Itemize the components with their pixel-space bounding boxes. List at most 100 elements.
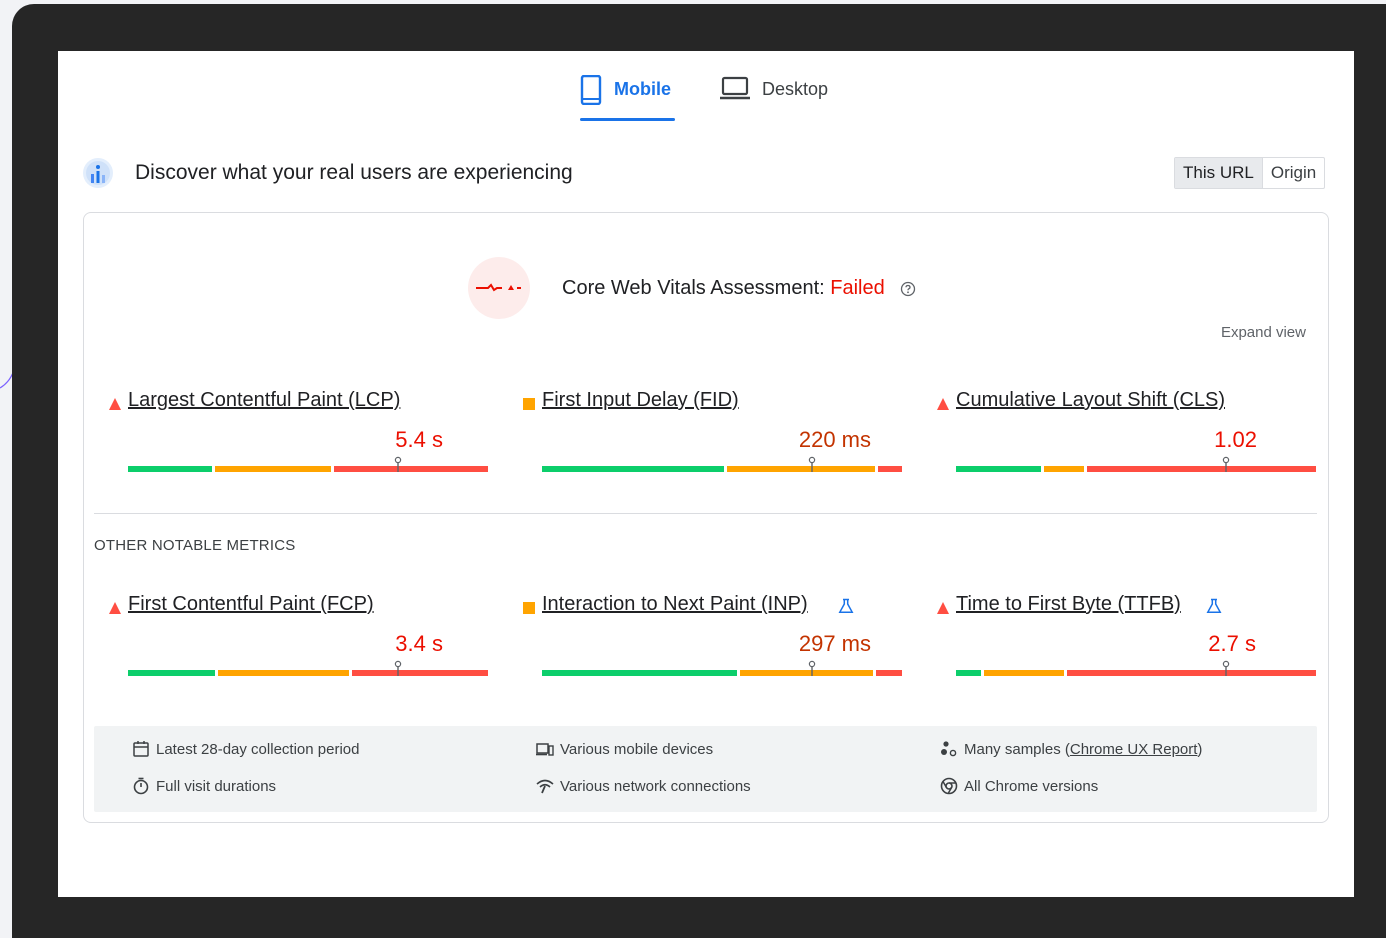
collection-details: Latest 28-day collection period Full vis… — [94, 726, 1317, 812]
poor-triangle-icon — [937, 602, 949, 614]
average-segment — [1044, 466, 1084, 472]
metric-value: 220 ms — [798, 427, 871, 452]
poor-segment — [352, 670, 488, 676]
device-types-text: Various mobile devices — [560, 740, 714, 758]
poor-segment — [334, 466, 488, 472]
experimental-flask-icon — [1206, 598, 1222, 613]
tab-mobile-label: Mobile — [614, 79, 671, 99]
tab-desktop[interactable]: Desktop — [720, 75, 828, 121]
metric-fcp: First Contentful Paint (FCP) 3.4 s — [108, 593, 500, 693]
distribution-bar — [956, 456, 1316, 472]
field-data-card: Core Web Vitals Assessment: Failed Expan… — [83, 212, 1329, 823]
pagespeed-report: Mobile Desktop Discover what your real u… — [58, 51, 1354, 897]
poor-segment — [876, 670, 902, 676]
average-segment — [984, 670, 1064, 676]
expand-view-link[interactable]: Expand view — [1221, 324, 1306, 341]
good-segment — [542, 670, 737, 676]
visit-durations: Full visit durations — [132, 777, 276, 795]
active-tab-indicator — [580, 118, 675, 121]
metric-name-link[interactable]: Cumulative Layout Shift (CLS) — [956, 389, 1225, 412]
visit-durations-text: Full visit durations — [156, 777, 277, 795]
metric-name-link[interactable]: Time to First Byte (TTFB) — [956, 593, 1181, 616]
calendar-icon — [133, 741, 149, 757]
network-types-text: Various network connections — [560, 777, 751, 795]
metric-fid: First Input Delay (FID) 220 ms — [522, 389, 914, 489]
distribution-bar — [956, 660, 1316, 676]
poor-segment — [878, 466, 902, 472]
poor-segment — [1067, 670, 1316, 676]
good-segment — [128, 466, 212, 472]
distribution-bar — [128, 660, 488, 676]
metric-name-link[interactable]: Largest Contentful Paint (LCP) — [128, 389, 400, 412]
other-metrics-heading: OTHER NOTABLE METRICS — [94, 537, 296, 554]
metric-cls: Cumulative Layout Shift (CLS) 1.02 — [936, 389, 1328, 489]
metric-ttfb: Time to First Byte (TTFB) 2.7 s — [936, 593, 1328, 693]
percentile-marker — [808, 660, 816, 676]
average-segment — [215, 466, 331, 472]
collection-period: Latest 28-day collection period — [132, 740, 359, 758]
samples-icon — [941, 741, 957, 757]
average-segment — [218, 670, 349, 676]
assessment-label: Core Web Vitals Assessment: — [562, 277, 831, 299]
assessment-status: Failed — [830, 277, 885, 299]
percentile-marker — [394, 456, 402, 472]
poor-segment — [1087, 466, 1316, 472]
percentile-marker — [1222, 660, 1230, 676]
laptop-icon — [720, 76, 750, 100]
metric-value: 2.7 s — [1208, 631, 1256, 656]
tab-mobile[interactable]: Mobile — [580, 75, 671, 121]
device-tabs: Mobile Desktop — [58, 51, 1354, 123]
chrome-ux-report-link[interactable]: Chrome UX Report — [1070, 741, 1198, 758]
average-square-icon — [523, 398, 535, 410]
sample-size-suffix: ) — [1197, 740, 1203, 758]
distribution-bar — [542, 456, 902, 472]
sample-size-prefix: Many samples ( — [964, 740, 1070, 758]
poor-triangle-icon — [109, 602, 121, 614]
distribution-bar — [128, 456, 488, 472]
section-divider — [94, 513, 1317, 514]
page-title: Discover what your real users are experi… — [135, 161, 573, 184]
collection-period-text: Latest 28-day collection period — [156, 740, 360, 758]
average-segment — [740, 670, 873, 676]
origin-button[interactable]: Origin — [1261, 158, 1324, 188]
wifi-icon — [536, 779, 554, 794]
tab-desktop-label: Desktop — [762, 79, 829, 99]
metric-value: 3.4 s — [395, 631, 443, 656]
assessment-icon — [468, 257, 530, 319]
help-icon[interactable] — [900, 281, 916, 297]
good-segment — [956, 466, 1041, 472]
metric-lcp: Largest Contentful Paint (LCP) 5.4 s — [108, 389, 500, 489]
average-segment — [727, 466, 875, 472]
metric-value: 1.02 — [1214, 427, 1257, 452]
metric-name-link[interactable]: First Contentful Paint (FCP) — [128, 593, 374, 616]
crux-users-icon — [83, 158, 113, 188]
metric-value: 5.4 s — [395, 427, 443, 452]
sample-size: Many samples (Chrome UX Report) — [940, 740, 1202, 758]
device-types: Various mobile devices — [536, 740, 713, 758]
percentile-marker — [394, 660, 402, 676]
good-segment — [542, 466, 724, 472]
poor-triangle-icon — [109, 398, 121, 410]
chrome-icon — [940, 777, 958, 795]
distribution-bar — [542, 660, 902, 676]
scope-toggle: This URL Origin — [1174, 157, 1326, 189]
pulse-icon — [476, 283, 521, 292]
phone-icon — [580, 75, 602, 105]
good-segment — [128, 670, 215, 676]
poor-triangle-icon — [937, 398, 949, 410]
network-types: Various network connections — [536, 777, 751, 795]
percentile-marker — [808, 456, 816, 472]
good-segment — [956, 670, 981, 676]
metric-name-link[interactable]: First Input Delay (FID) — [542, 389, 739, 412]
chrome-versions-text: All Chrome versions — [964, 777, 1099, 795]
average-square-icon — [523, 602, 535, 614]
experimental-flask-icon — [838, 598, 854, 613]
this-url-button[interactable]: This URL — [1175, 158, 1262, 188]
metric-inp: Interaction to Next Paint (INP) 297 ms — [522, 593, 914, 693]
metric-name-link[interactable]: Interaction to Next Paint (INP) — [542, 593, 808, 616]
percentile-marker — [1222, 456, 1230, 472]
chrome-versions: All Chrome versions — [940, 777, 1098, 795]
devices-icon — [536, 743, 554, 756]
stopwatch-icon — [133, 777, 149, 795]
metric-value: 297 ms — [798, 631, 871, 656]
